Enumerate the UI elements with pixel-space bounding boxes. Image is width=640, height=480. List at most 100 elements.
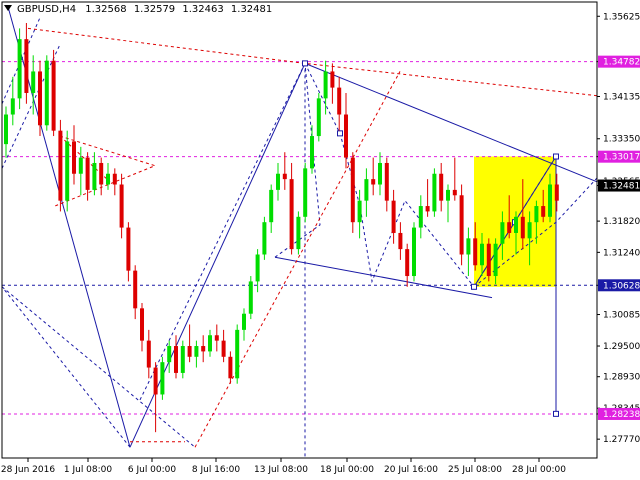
x-tick-label: 6 Jul 00:00	[128, 465, 177, 475]
close-value: 1.32481	[231, 4, 272, 15]
candle-body	[500, 222, 505, 244]
candle-body	[201, 346, 206, 352]
candle-body	[276, 173, 280, 190]
x-tick-label: 8 Jul 16:00	[192, 465, 241, 475]
candle-body	[548, 184, 552, 217]
candle-body	[194, 346, 199, 357]
candle-body	[425, 206, 430, 212]
candle-body	[65, 141, 70, 201]
candle-body	[187, 346, 192, 357]
candle-body	[337, 87, 342, 115]
candle-body	[228, 356, 233, 379]
candle-body	[364, 179, 369, 201]
price-tag-label: 1.33017	[603, 153, 640, 163]
candle-body	[493, 243, 498, 277]
candle-body	[446, 189, 450, 201]
candle-body	[24, 39, 29, 93]
y-tick-label: 1.33350	[603, 135, 640, 145]
candle-body	[296, 216, 301, 250]
candle-body	[378, 162, 382, 185]
candle-body	[44, 60, 49, 126]
candle-body	[235, 329, 240, 379]
anchor-point	[553, 153, 559, 160]
candle-body	[412, 227, 416, 277]
y-tick-label: 1.31820	[603, 217, 640, 227]
symbol-label: GBPUSD,H4	[17, 4, 76, 15]
price-tag-label: 1.32481	[603, 182, 640, 192]
candle-body	[452, 189, 457, 196]
candle-body	[10, 98, 15, 115]
candle-body	[4, 114, 8, 145]
x-tick-label: 13 Jul 08:00	[254, 465, 308, 475]
candle-body	[527, 222, 532, 239]
candle-body	[31, 71, 36, 93]
y-tick-label: 1.34135	[603, 92, 640, 102]
candle-body	[58, 130, 63, 201]
x-tick-label: 1 Jul 08:00	[64, 465, 113, 475]
candle-body	[112, 173, 117, 185]
anchor-point	[471, 283, 477, 290]
candle-body	[242, 313, 246, 330]
candle-body	[126, 227, 131, 271]
price-tag-label: 1.30628	[603, 281, 640, 291]
candle-body	[146, 340, 151, 368]
candle-body	[38, 71, 42, 126]
candle-body	[439, 173, 444, 201]
candle-body	[330, 71, 335, 88]
x-tick-label: 20 Jul 16:00	[384, 465, 438, 475]
candle-body	[214, 335, 219, 341]
candle-body	[106, 173, 110, 185]
candle-body	[480, 243, 484, 266]
candle-body	[140, 308, 144, 341]
anchor-point	[302, 60, 308, 67]
candle-body	[371, 179, 376, 185]
y-tick-label: 1.29500	[603, 342, 640, 352]
x-tick-label: 28 Jul 00:00	[512, 465, 566, 475]
candle-body	[459, 195, 464, 255]
low-value: 1.32463	[182, 4, 223, 15]
y-tick-label: 1.35625	[603, 12, 640, 22]
candle-body	[208, 335, 212, 352]
candle-body	[323, 71, 328, 99]
candle-body	[160, 362, 165, 395]
candle-body	[486, 243, 491, 277]
candle-body	[507, 222, 512, 233]
candle-body	[466, 238, 471, 255]
open-value: 1.32568	[85, 4, 126, 15]
candle-body	[269, 189, 274, 223]
candle-body	[534, 206, 539, 223]
candle-body	[432, 173, 437, 212]
candle-body	[17, 39, 22, 99]
candle-body	[180, 346, 185, 373]
candle-body	[310, 136, 314, 169]
candle-body	[167, 346, 172, 363]
candle-body	[99, 162, 104, 185]
candle-body	[316, 98, 321, 137]
y-tick-label: 1.28930	[603, 373, 640, 383]
candle-body	[303, 168, 308, 217]
candle-body	[554, 184, 559, 201]
svg-text:GBPUSD,H4 1.32568 1.32: GBPUSD,H4 1.32568 1.32579 1.32463 1.3248…	[17, 4, 272, 15]
candle-body	[289, 179, 294, 250]
y-tick-label: 1.27770	[603, 435, 640, 445]
candle-body	[520, 216, 525, 239]
price-tag-label: 1.34782	[603, 58, 640, 68]
candle-body	[119, 184, 124, 228]
candle-body	[248, 281, 253, 314]
x-tick-label: 28 Jun 2016	[1, 465, 55, 475]
candle-body	[255, 254, 260, 282]
candle-body	[51, 60, 56, 131]
anchor-point	[337, 130, 343, 137]
candle-body	[473, 238, 478, 266]
candle-body	[262, 222, 267, 255]
candle-body	[282, 173, 287, 180]
candle-body	[78, 157, 83, 174]
candle-body	[221, 340, 226, 357]
price-chart[interactable]: 1.35625 1.34782 1.34135 1.33350 1.33017 1.324…	[0, 0, 640, 480]
y-tick-label: 1.31240	[603, 248, 640, 258]
x-tick-label: 18 Jul 00:00	[320, 465, 374, 475]
candle-body	[72, 141, 76, 174]
candle-body	[85, 157, 90, 190]
x-tick-label: 25 Jul 08:00	[448, 465, 502, 475]
candle-body	[418, 206, 423, 228]
